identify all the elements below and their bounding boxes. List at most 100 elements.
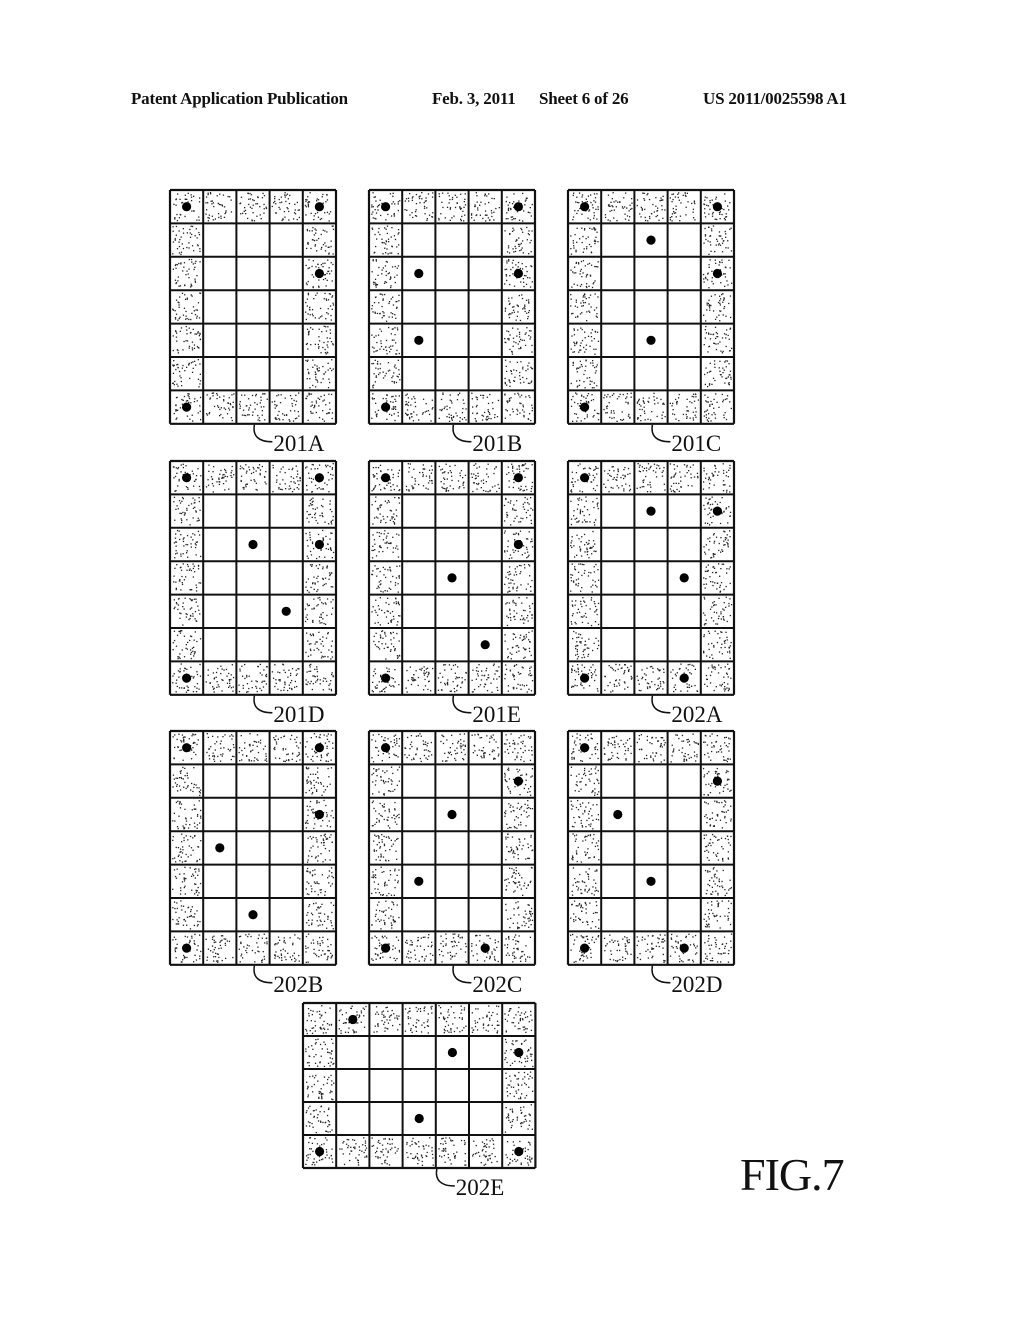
inner-cell	[402, 494, 436, 528]
border-cell	[501, 561, 535, 595]
dot-marker	[513, 776, 524, 786]
border-cell	[236, 731, 270, 765]
dot-marker	[348, 1014, 358, 1025]
border-cell	[501, 931, 535, 965]
border-cell	[302, 323, 336, 357]
border-cell	[568, 323, 602, 357]
inner-cell	[336, 1036, 370, 1069]
border-cell	[568, 223, 602, 257]
border-cell	[435, 661, 469, 695]
border-cell	[269, 661, 303, 695]
inner-cell	[269, 797, 303, 832]
border-cell	[502, 1003, 536, 1036]
pattern-201D: 201D	[168, 459, 338, 727]
border-cell	[435, 1003, 469, 1036]
border-cell	[369, 256, 403, 291]
inner-cell	[203, 256, 237, 291]
border-cell	[501, 290, 535, 324]
inner-cell	[435, 357, 469, 391]
border-cell	[402, 731, 436, 765]
border-cell	[369, 864, 403, 898]
border-cell	[402, 1135, 436, 1168]
border-cell	[700, 527, 734, 562]
dot-marker	[712, 776, 723, 786]
inner-cell	[236, 594, 270, 628]
pattern-202A: 202A	[566, 459, 736, 727]
inner-cell	[269, 256, 303, 291]
inner-cell	[236, 864, 270, 898]
dot-marker	[281, 606, 291, 616]
inner-cell	[468, 223, 502, 257]
inner-cell	[402, 357, 436, 391]
border-cell	[435, 731, 469, 765]
inner-cell	[601, 223, 635, 257]
inner-cell	[634, 797, 668, 832]
border-cell	[369, 628, 403, 662]
border-cell	[170, 797, 204, 832]
inner-cell	[667, 290, 701, 324]
inner-cell	[601, 290, 635, 324]
dot-marker	[447, 809, 457, 820]
border-cell	[369, 764, 403, 798]
inner-cell	[402, 764, 436, 798]
inner-cell	[269, 323, 303, 357]
border-cell	[568, 357, 602, 391]
inner-cell	[435, 256, 469, 291]
inner-cell	[336, 1102, 370, 1135]
border-cell	[170, 864, 204, 898]
inner-cell	[601, 628, 635, 662]
inner-cell	[336, 1069, 370, 1102]
dot-marker	[182, 743, 192, 753]
border-cell	[203, 461, 237, 495]
inner-cell	[468, 898, 502, 932]
leader-line	[651, 695, 671, 714]
border-cell	[634, 661, 668, 695]
border-cell	[667, 190, 701, 224]
dot-marker	[514, 1146, 524, 1157]
inner-cell	[667, 898, 701, 932]
inner-cell	[402, 797, 436, 832]
border-cell	[170, 764, 204, 798]
border-cell	[568, 290, 602, 324]
border-cell	[170, 527, 204, 562]
inner-cell	[269, 764, 303, 798]
border-cell	[502, 1102, 536, 1135]
inner-cell	[667, 797, 701, 832]
inner-cell	[203, 628, 237, 662]
pattern-label: 202D	[671, 972, 722, 997]
inner-cell	[468, 797, 502, 832]
border-cell	[170, 594, 204, 628]
inner-cell	[402, 290, 436, 324]
border-cell	[302, 764, 336, 798]
dot-marker	[215, 843, 225, 853]
border-cell	[468, 461, 502, 495]
dot-marker	[314, 809, 324, 820]
border-cell	[634, 461, 668, 495]
inner-cell	[402, 1069, 436, 1102]
inner-cell	[469, 1102, 503, 1135]
inner-cell	[269, 223, 303, 257]
border-cell	[700, 731, 734, 765]
border-cell	[601, 390, 635, 424]
leader-line	[452, 424, 472, 443]
border-cell	[369, 1003, 403, 1036]
border-cell	[667, 390, 701, 424]
inner-cell	[468, 594, 502, 628]
inner-cell	[601, 594, 635, 628]
inner-cell	[634, 831, 668, 865]
border-cell	[369, 898, 403, 932]
border-cell	[369, 223, 403, 257]
dot-marker	[513, 202, 524, 212]
inner-cell	[468, 290, 502, 324]
border-cell	[435, 190, 469, 224]
inner-cell	[634, 594, 668, 628]
border-cell	[170, 357, 204, 391]
dot-marker	[513, 473, 524, 483]
border-cell	[501, 864, 535, 898]
inner-cell	[269, 290, 303, 324]
dot-marker	[480, 943, 490, 953]
border-cell	[700, 323, 734, 357]
border-cell	[435, 390, 469, 424]
pattern-202D: 202D	[566, 729, 736, 997]
inner-cell	[601, 764, 635, 798]
